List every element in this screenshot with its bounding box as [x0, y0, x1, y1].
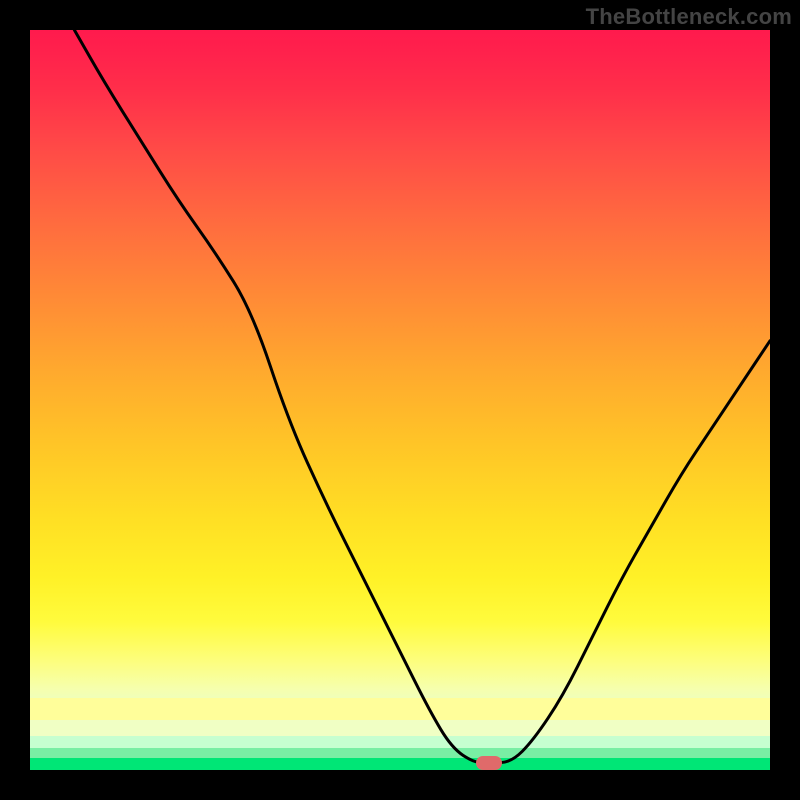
- plot-area: [30, 30, 770, 770]
- chart-container: TheBottleneck.com: [0, 0, 800, 800]
- curve-svg: [30, 30, 770, 770]
- optimal-point-marker: [476, 756, 502, 770]
- bottleneck-curve: [74, 30, 770, 763]
- watermark-text: TheBottleneck.com: [586, 4, 792, 30]
